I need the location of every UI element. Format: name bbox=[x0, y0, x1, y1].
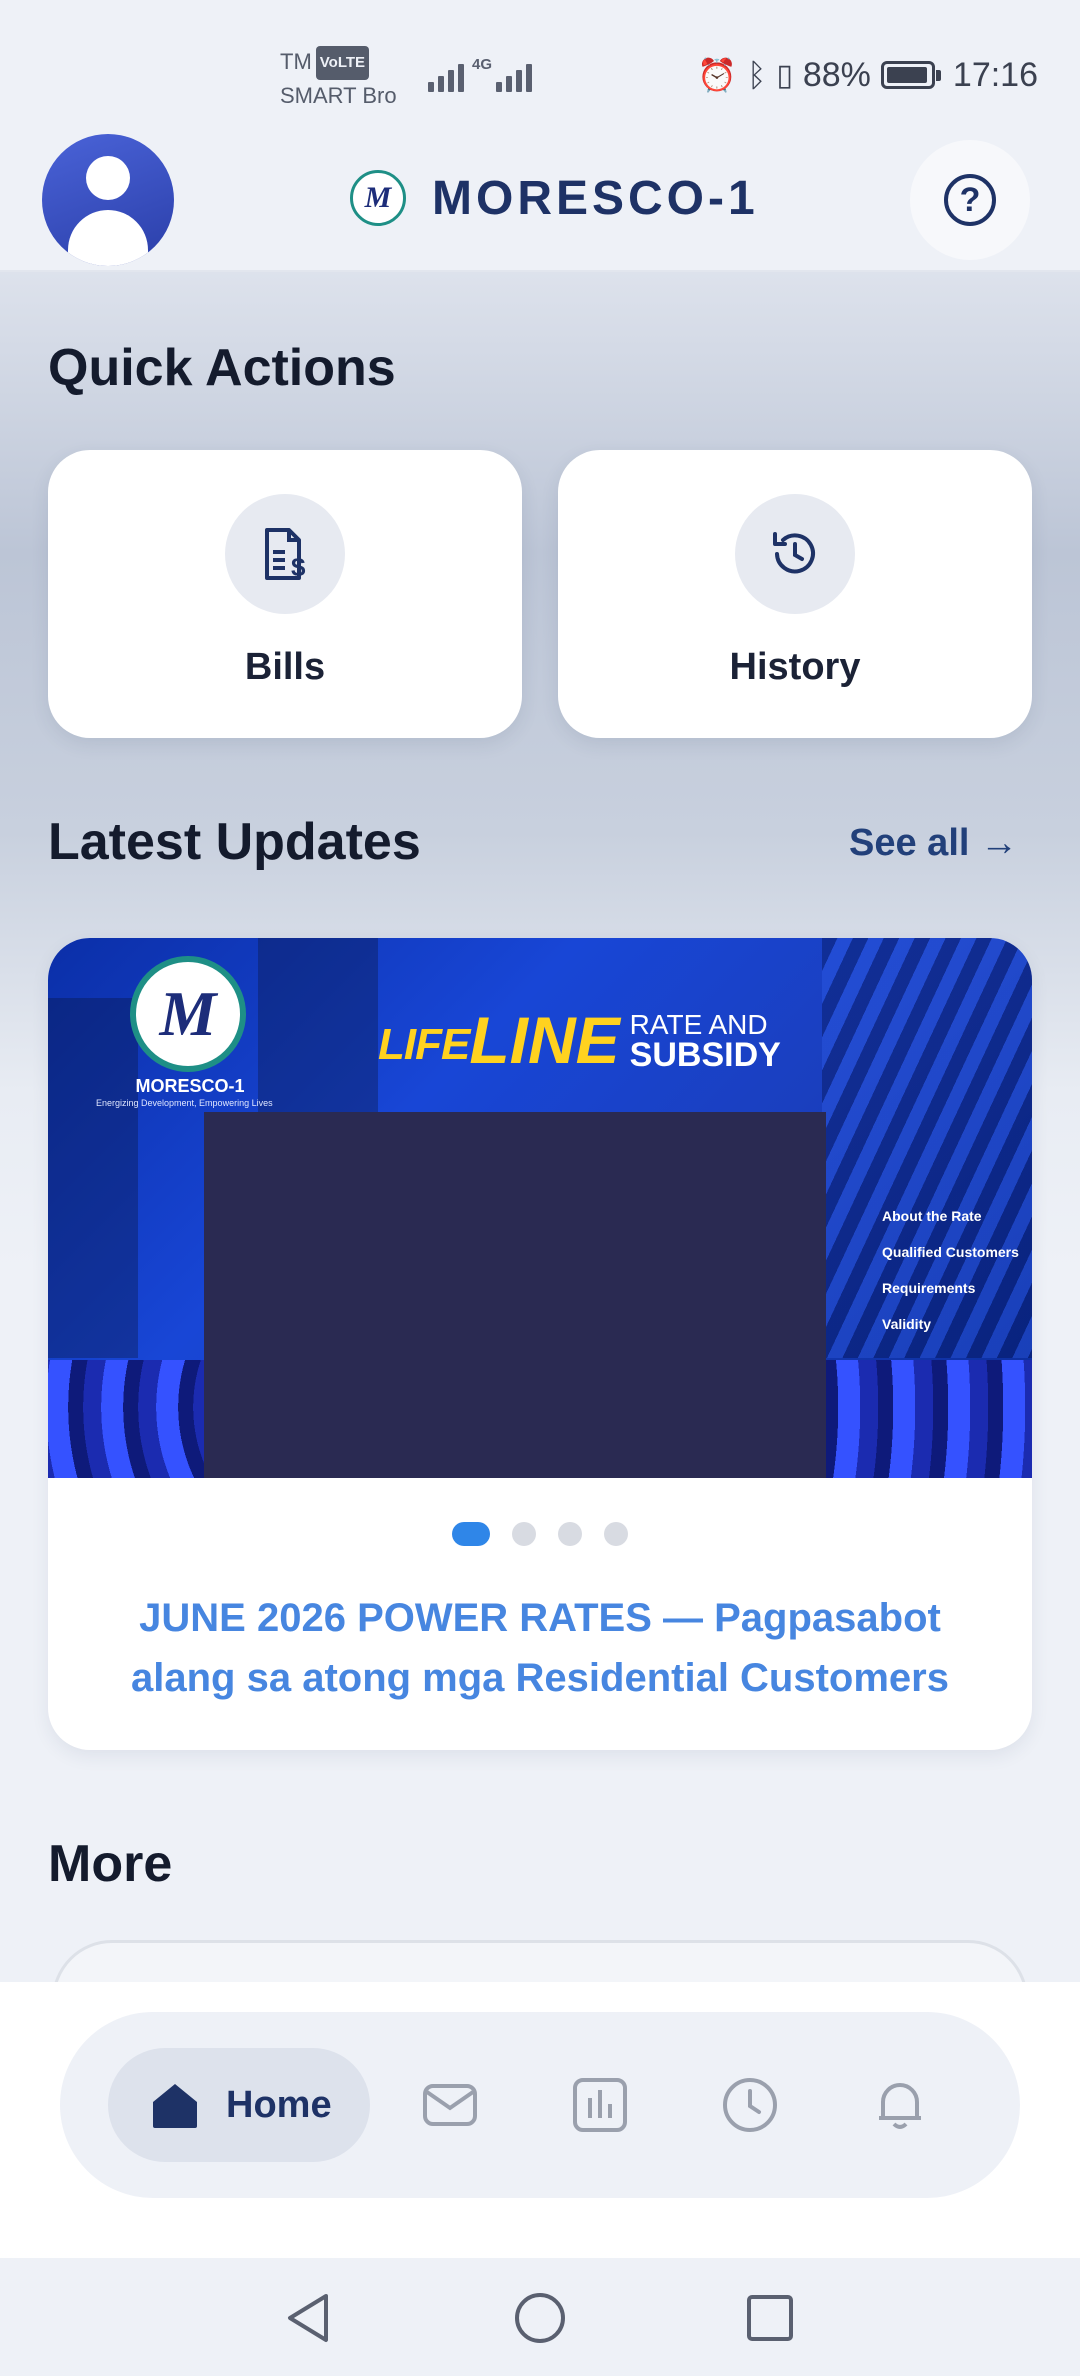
history-label: History bbox=[729, 646, 861, 688]
carrier-info: TM VoLTE SMART Bro bbox=[280, 46, 397, 112]
nav-notifications-button[interactable] bbox=[868, 2073, 932, 2137]
avatar[interactable] bbox=[42, 134, 174, 266]
signal-strength-icon-2 bbox=[496, 52, 532, 92]
question-mark-icon: ? bbox=[944, 174, 996, 226]
brand-logo-icon: M bbox=[350, 170, 406, 226]
network-type: 4G bbox=[472, 56, 493, 73]
banner-title-subsidy: SUBSIDY bbox=[629, 1036, 781, 1074]
banner-title-line: LINE bbox=[469, 1003, 620, 1077]
banner-placeholder bbox=[204, 1112, 826, 1478]
brand: M MORESCO-1 bbox=[350, 168, 759, 228]
chart-icon bbox=[573, 2078, 627, 2132]
banner-topic: Validity bbox=[882, 1316, 932, 1332]
back-button[interactable] bbox=[278, 2288, 338, 2348]
clock-icon bbox=[723, 2078, 777, 2132]
carousel-indicator bbox=[48, 1522, 1032, 1546]
banner-tagline: Energizing Development, Empowering Lives bbox=[96, 1098, 273, 1108]
carousel-dot[interactable] bbox=[558, 1522, 582, 1546]
bottom-navigation: Home bbox=[0, 1982, 1080, 2258]
help-button[interactable]: ? bbox=[910, 140, 1030, 260]
banner-title-life: LIFE bbox=[378, 1020, 470, 1069]
carrier-name: TM bbox=[280, 49, 312, 74]
nav-mail-button[interactable] bbox=[418, 2073, 482, 2137]
history-card[interactable]: History bbox=[558, 450, 1032, 738]
bell-icon bbox=[879, 2083, 921, 2129]
nav-history-button[interactable] bbox=[718, 2073, 782, 2137]
clock-time: 17:16 bbox=[952, 55, 1038, 94]
recents-square-icon bbox=[747, 2295, 793, 2341]
mail-icon bbox=[423, 2084, 477, 2126]
signal-strength-icon bbox=[428, 52, 464, 92]
svg-text:$: $ bbox=[291, 552, 306, 582]
home-icon bbox=[153, 2084, 197, 2128]
update-headline[interactable]: JUNE 2026 POWER RATES — Pagpasabot alang… bbox=[88, 1588, 992, 1708]
carousel-dot[interactable] bbox=[512, 1522, 536, 1546]
banner-title: LIFE LINE RATE AND SUBSIDY bbox=[378, 1003, 781, 1077]
banner-topic: Requirements bbox=[882, 1280, 976, 1296]
back-triangle-icon bbox=[288, 2294, 328, 2342]
nav-home-label: Home bbox=[226, 2083, 332, 2126]
update-banner-image[interactable]: M MORESCO-1 Energizing Development, Empo… bbox=[48, 938, 1032, 1478]
history-icon bbox=[735, 494, 855, 614]
carrier-name-secondary: SMART Bro bbox=[280, 83, 397, 109]
battery-icon bbox=[880, 61, 941, 89]
nav-home-button[interactable]: Home bbox=[108, 2048, 370, 2162]
carousel-dot[interactable] bbox=[604, 1522, 628, 1546]
banner-logo-icon: M bbox=[130, 956, 246, 1072]
carousel-dot-active[interactable] bbox=[452, 1522, 490, 1546]
main-content[interactable]: Quick Actions $ Bills History Latest Upd… bbox=[0, 272, 1080, 1982]
volte-badge: VoLTE bbox=[315, 46, 370, 81]
quick-actions-title: Quick Actions bbox=[48, 339, 396, 397]
banner-org-name: MORESCO-1 bbox=[135, 1076, 245, 1096]
update-card[interactable]: M MORESCO-1 Energizing Development, Empo… bbox=[48, 938, 1032, 1750]
more-title: More bbox=[48, 1835, 173, 1893]
banner-topic: About the Rate bbox=[882, 1208, 982, 1224]
nav-bar: Home bbox=[60, 2012, 1020, 2198]
banner-topic: Qualified Customers bbox=[882, 1244, 1019, 1260]
user-icon bbox=[86, 156, 130, 200]
recents-button[interactable] bbox=[740, 2288, 800, 2348]
latest-updates-title: Latest Updates bbox=[48, 813, 421, 871]
status-bar: TM VoLTE SMART Bro 4G ⏰ ᛒ ▯ 88% 17:16 bbox=[0, 0, 1080, 130]
status-icons: ⏰ ᛒ ▯ 88% 17:16 bbox=[697, 50, 1038, 100]
bills-card[interactable]: $ Bills bbox=[48, 450, 522, 738]
banner-topic-list: About the Rate Qualified Customers Requi… bbox=[882, 1208, 1019, 1352]
system-navigation bbox=[0, 2258, 1080, 2376]
more-card[interactable] bbox=[52, 1940, 1028, 1982]
vibrate-icon: ▯ bbox=[776, 58, 793, 92]
brand-name: MORESCO-1 bbox=[432, 171, 759, 225]
battery-percent: 88% bbox=[802, 55, 871, 94]
bills-label: Bills bbox=[244, 646, 326, 688]
alarm-icon: ⏰ bbox=[697, 57, 738, 93]
home-circle-icon bbox=[515, 2293, 565, 2343]
bluetooth-icon: ᛒ bbox=[747, 56, 767, 93]
see-all-link[interactable]: See all → bbox=[849, 822, 1018, 865]
home-button[interactable] bbox=[510, 2288, 570, 2348]
app-header: M MORESCO-1 ? bbox=[0, 130, 1080, 272]
nav-stats-button[interactable] bbox=[568, 2073, 632, 2137]
bill-dollar-icon: $ bbox=[225, 494, 345, 614]
